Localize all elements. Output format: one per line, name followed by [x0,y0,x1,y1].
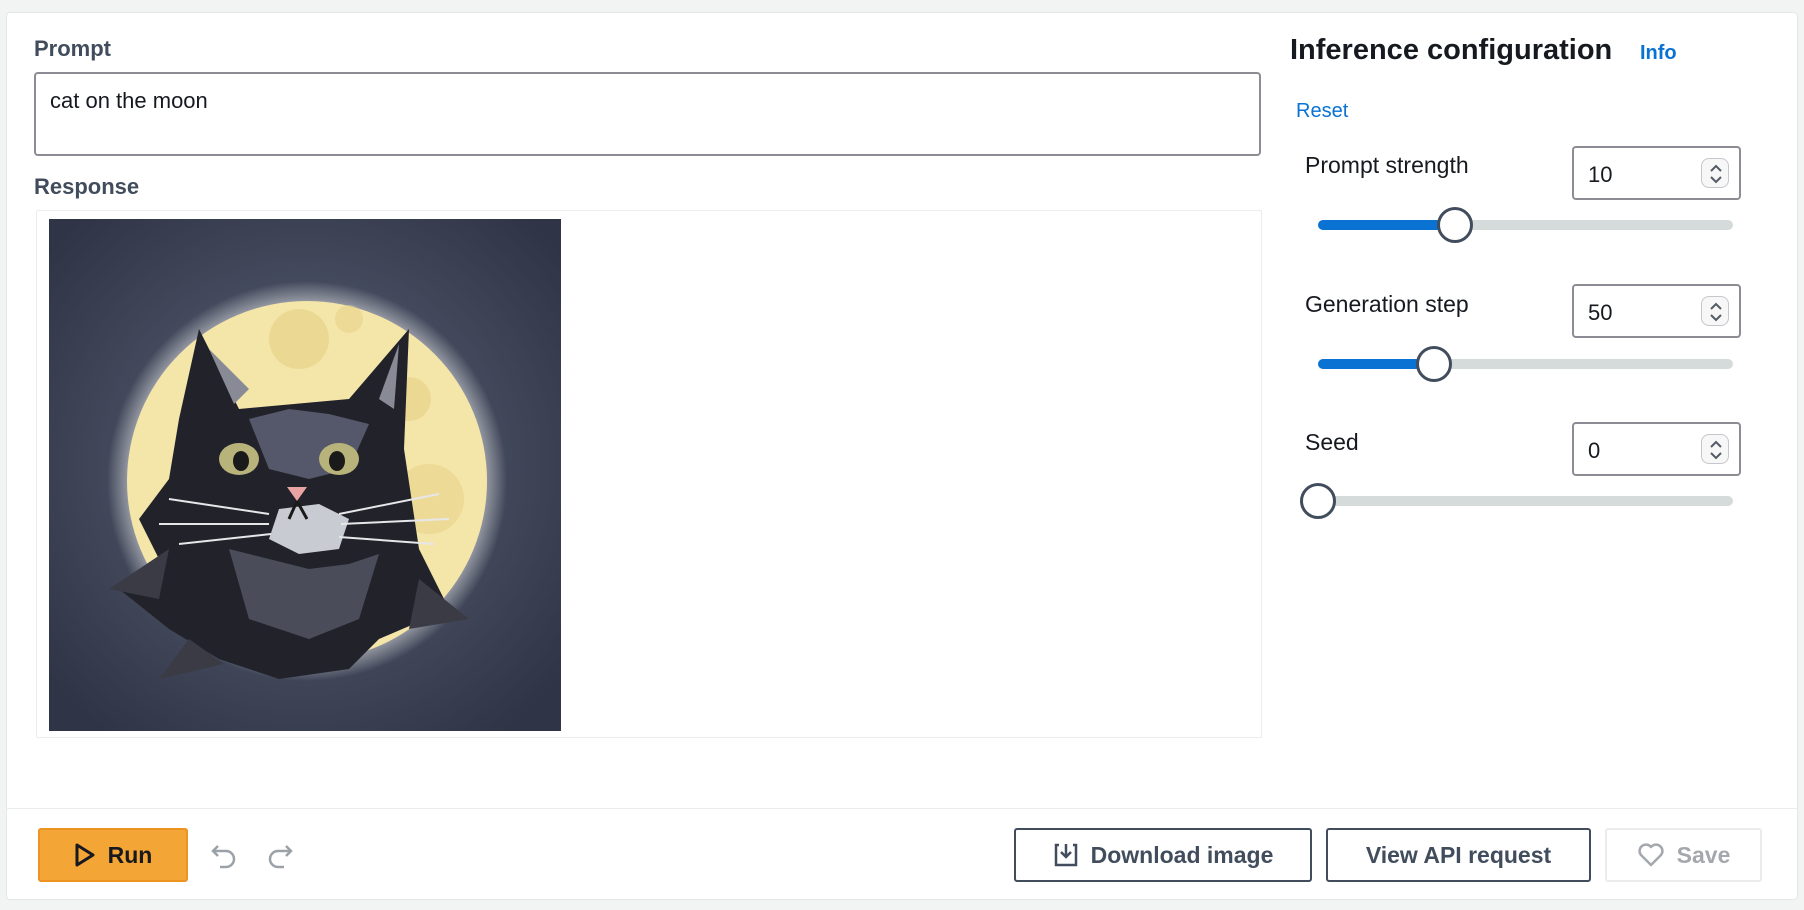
inference-config-title: Inference configuration [1290,34,1613,66]
generation-step-label: Generation step [1305,291,1469,317]
prompt-strength-value: 10 [1588,162,1613,187]
download-icon [1054,843,1077,867]
heart-icon [1638,843,1664,867]
slider-fill [1318,220,1455,230]
generated-image [49,219,561,731]
slider-thumb[interactable] [1416,346,1453,382]
save-button[interactable]: Save [1605,828,1762,882]
download-image-button[interactable]: Download image [1014,828,1312,882]
play-icon [75,843,95,867]
prompt-strength-input[interactable]: 10 [1572,146,1741,200]
redo-icon[interactable] [262,838,296,872]
footer-divider [6,808,1798,809]
spinner-chevrons-icon [1710,302,1722,322]
slider-thumb[interactable] [1436,207,1473,243]
seed-input[interactable]: 0 [1572,422,1741,476]
generation-step-spinner[interactable] [1701,296,1729,326]
prompt-strength-slider[interactable] [1318,207,1733,243]
seed-value: 0 [1588,438,1601,463]
save-label: Save [1676,841,1731,868]
view-api-request-button[interactable]: View API request [1326,828,1591,882]
undo-icon[interactable] [208,838,242,872]
slider-thumb[interactable] [1300,483,1336,519]
prompt-input[interactable]: cat on the moon [34,72,1261,156]
spinner-chevrons-icon [1710,164,1722,184]
response-label: Response [34,174,140,199]
reset-link[interactable]: Reset [1296,100,1348,123]
generation-step-input[interactable]: 50 [1572,284,1741,338]
prompt-strength-label: Prompt strength [1305,152,1469,178]
generation-step-value: 50 [1588,300,1613,325]
seed-label: Seed [1305,429,1359,455]
run-button[interactable]: Run [38,828,188,882]
view-api-request-label: View API request [1365,841,1552,868]
info-link[interactable]: Info [1640,42,1677,65]
seed-spinner[interactable] [1701,434,1729,464]
spinner-chevrons-icon [1710,440,1722,460]
generation-step-slider[interactable] [1318,346,1733,382]
prompt-label: Prompt [34,36,111,61]
response-area [36,210,1262,738]
seed-slider[interactable] [1300,483,1733,519]
download-image-label: Download image [1090,841,1274,868]
run-button-label: Run [107,841,153,868]
prompt-strength-spinner[interactable] [1701,158,1729,188]
